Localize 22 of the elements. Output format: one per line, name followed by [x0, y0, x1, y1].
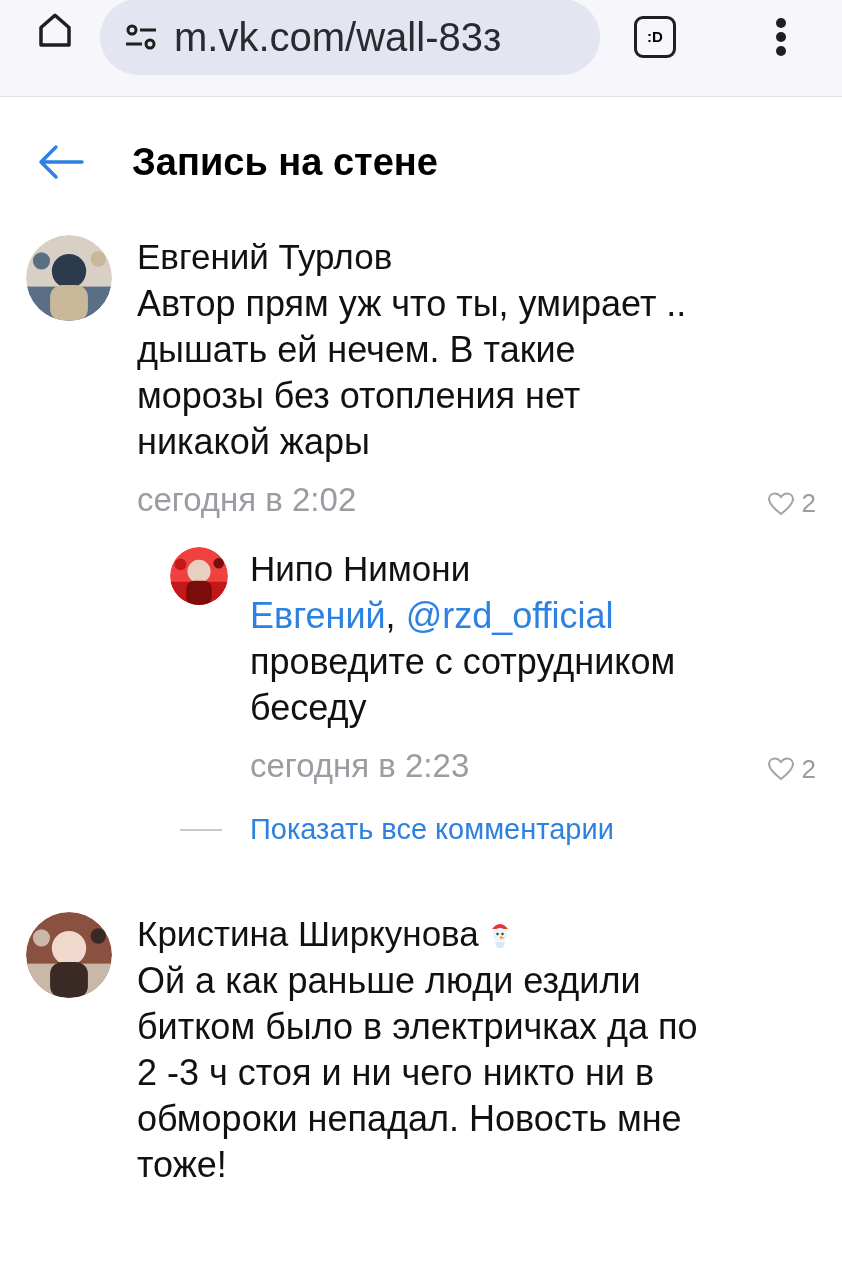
- page-title: Запись на стене: [132, 139, 438, 185]
- back-arrow-icon[interactable]: [38, 144, 84, 180]
- mention-link[interactable]: @rzd_official: [405, 594, 614, 636]
- show-all-comments-link[interactable]: Показать все комментарии: [250, 808, 614, 852]
- comment-text: Автор прям уж что ты, умирает .. дышать ей нечем. В такие морозы без отопления нет никакой жары: [137, 282, 688, 464]
- mention-link[interactable]: Евгений,: [250, 594, 396, 636]
- author-name[interactable]: Кристина Ширкунова: [137, 911, 479, 956]
- comment-text: Ой а как раньше люди ездили битком было в электричках да по 2 -3 ч стоя и ни чего никто ни в обмороки непадал. Новость мне тоже!: [137, 958, 699, 1187]
- comment-time: сегодня в 2:23: [250, 745, 470, 786]
- heart-icon: [767, 491, 794, 516]
- address-bar[interactable]: m.vk.com/wall-83з: [100, 0, 600, 75]
- heart-icon: [767, 757, 794, 782]
- comment-time: сегодня в 2:02: [137, 480, 357, 520]
- comment-text: Евгений, @rzd_official проведите с сотрудником беседу: [250, 593, 677, 730]
- tab-switcher-button[interactable]: :D: [634, 16, 676, 58]
- like-count: 2: [801, 752, 816, 786]
- like-count: 2: [801, 487, 816, 521]
- url-text: m.vk.com/wall-83з: [174, 14, 502, 61]
- site-settings-icon[interactable]: [124, 23, 158, 51]
- author-name[interactable]: Нипо Нимони: [250, 546, 471, 591]
- author-name[interactable]: Евгений Турлов: [137, 235, 393, 279]
- menu-icon[interactable]: [774, 16, 788, 58]
